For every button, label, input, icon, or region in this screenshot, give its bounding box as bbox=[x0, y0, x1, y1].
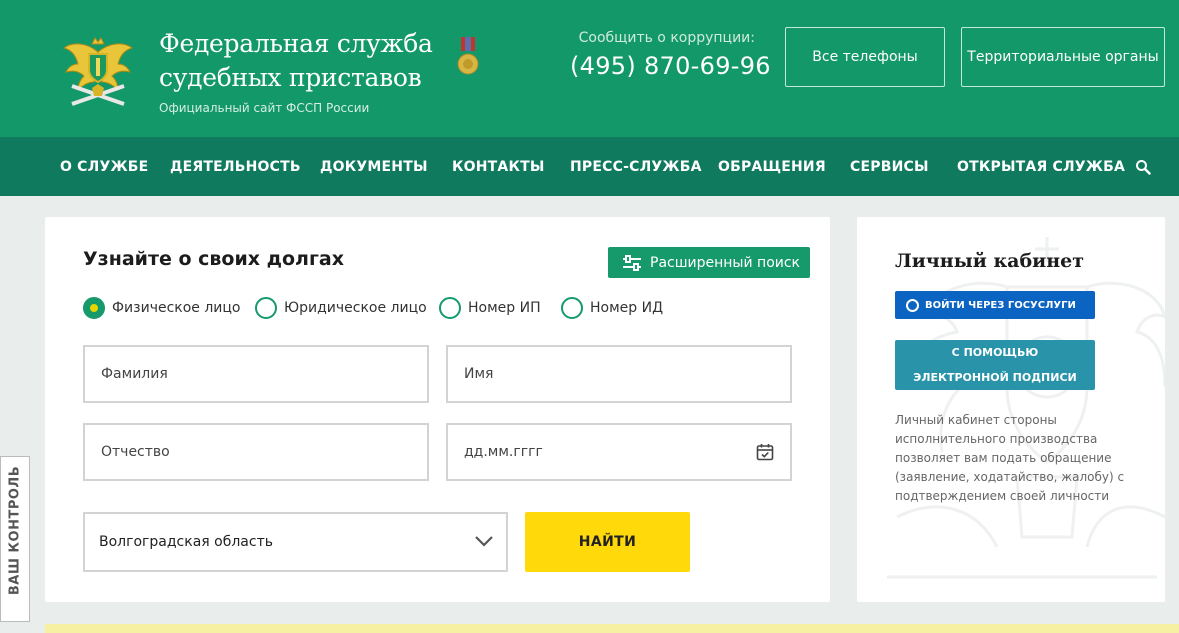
radio-label: Номер ИП bbox=[468, 300, 541, 316]
main-nav: О СЛУЖБЕ ДЕЯТЕЛЬНОСТЬ ДОКУМЕНТЫ КОНТАКТЫ… bbox=[0, 137, 1179, 196]
eagle-watermark-icon bbox=[887, 237, 1165, 579]
e-signature-login-button[interactable]: С ПОМОЩЬЮ ЭЛЕКТРОННОЙ ПОДПИСИ bbox=[895, 340, 1095, 390]
find-button[interactable]: НАЙТИ bbox=[525, 512, 690, 572]
radio-checked-icon bbox=[83, 297, 105, 319]
radio-unchecked-icon bbox=[255, 297, 277, 319]
corruption-phone[interactable]: (495) 870-69-96 bbox=[570, 52, 771, 80]
e-signature-label-line1: С ПОМОЩЬЮ bbox=[951, 346, 1039, 359]
site-header: Федеральная служба судебных приставов Оф… bbox=[0, 0, 1179, 137]
fssp-emblem-logo[interactable] bbox=[62, 34, 134, 110]
first-name-field[interactable] bbox=[446, 345, 792, 403]
patronymic-input[interactable] bbox=[99, 443, 399, 461]
corruption-label: Сообщить о коррупции: bbox=[578, 30, 755, 46]
cabinet-description: Личный кабинет стороны исполнительного п… bbox=[895, 413, 1125, 503]
radio-individual[interactable]: Физическое лицо bbox=[83, 297, 241, 319]
gosuslugi-circle-icon bbox=[906, 298, 919, 312]
last-name-field[interactable] bbox=[83, 345, 429, 403]
region-select[interactable]: Волгоградская область bbox=[83, 512, 508, 572]
site-subtitle: Официальный сайт ФССП России bbox=[159, 101, 370, 115]
nav-item-about[interactable]: О СЛУЖБЕ bbox=[60, 137, 148, 196]
bottom-banner-strip bbox=[45, 624, 1179, 633]
radio-label: Номер ИД bbox=[590, 300, 664, 316]
region-select-value: Волгоградская область bbox=[99, 534, 273, 550]
cabinet-title: Личный кабинет bbox=[895, 250, 1085, 272]
gosuslugi-login-label: ВОЙТИ ЧЕРЕЗ ГОСУСЛУГИ bbox=[925, 299, 1076, 311]
radio-legal-entity[interactable]: Юридическое лицо bbox=[255, 297, 427, 319]
radio-label: Юридическое лицо bbox=[284, 300, 427, 316]
birthdate-input[interactable] bbox=[462, 443, 762, 461]
nav-item-open-service[interactable]: ОТКРЫТАЯ СЛУЖБА bbox=[957, 137, 1125, 196]
site-title[interactable]: Федеральная служба судебных приставов bbox=[159, 27, 449, 95]
territorial-bodies-button[interactable]: Территориальные органы bbox=[961, 27, 1165, 87]
all-phones-button[interactable]: Все телефоны bbox=[785, 27, 945, 87]
radio-id-number[interactable]: Номер ИД bbox=[561, 297, 663, 319]
advanced-search-label: Расширенный поиск bbox=[650, 254, 801, 271]
calendar-icon[interactable] bbox=[756, 443, 774, 461]
debt-search-card: Узнайте о своих долгах Расширенный поиск… bbox=[45, 217, 830, 602]
e-signature-label-line2: ЭЛЕКТРОННОЙ ПОДПИСИ bbox=[913, 371, 1077, 384]
medal-icon bbox=[457, 37, 479, 75]
radio-unchecked-icon bbox=[439, 297, 461, 319]
first-name-input[interactable] bbox=[462, 365, 762, 383]
gosuslugi-login-button[interactable]: ВОЙТИ ЧЕРЕЗ ГОСУСЛУГИ bbox=[895, 291, 1095, 319]
radio-unchecked-icon bbox=[561, 297, 583, 319]
nav-item-contacts[interactable]: КОНТАКТЫ bbox=[452, 137, 545, 196]
nav-item-activity[interactable]: ДЕЯТЕЛЬНОСТЬ bbox=[170, 137, 301, 196]
chevron-down-icon bbox=[475, 536, 493, 547]
patronymic-field[interactable] bbox=[83, 423, 429, 481]
corruption-block: Сообщить о коррупции: (495) 870-69-96 bbox=[570, 30, 771, 80]
radio-ip-number[interactable]: Номер ИП bbox=[439, 297, 541, 319]
nav-item-services[interactable]: СЕРВИСЫ bbox=[850, 137, 929, 196]
side-tab-label: ВАШ КОНТРОЛЬ bbox=[7, 465, 23, 596]
filter-sliders-icon bbox=[623, 254, 641, 271]
advanced-search-button[interactable]: Расширенный поиск bbox=[608, 247, 810, 278]
nav-item-documents[interactable]: ДОКУМЕНТЫ bbox=[320, 137, 428, 196]
nav-item-press[interactable]: ПРЕСС-СЛУЖБА bbox=[570, 137, 702, 196]
radio-label: Физическое лицо bbox=[112, 300, 241, 316]
birthdate-field[interactable] bbox=[446, 423, 792, 481]
last-name-input[interactable] bbox=[99, 365, 399, 383]
nav-item-appeals[interactable]: ОБРАЩЕНИЯ bbox=[718, 137, 826, 196]
personal-cabinet-card: Личный кабинет ВОЙТИ ЧЕРЕЗ ГОСУСЛУГИ С П… bbox=[857, 217, 1165, 602]
search-icon[interactable] bbox=[1135, 159, 1151, 175]
your-control-side-tab[interactable]: ВАШ КОНТРОЛЬ bbox=[0, 456, 30, 622]
debt-search-title: Узнайте о своих долгах bbox=[83, 248, 344, 270]
